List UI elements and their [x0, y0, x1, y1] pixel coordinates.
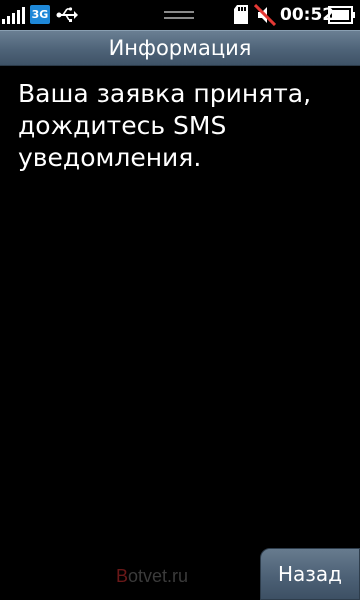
handle-icon[interactable]: [164, 9, 194, 21]
battery-icon: [328, 6, 355, 24]
watermark: Botvet.ru: [116, 566, 188, 587]
watermark-text: otvet.ru: [128, 566, 189, 586]
signal-icon: [2, 7, 25, 24]
clock: 00:52: [280, 5, 335, 25]
info-message: Ваша заявка принята, дождитесь SMS уведо…: [18, 79, 312, 172]
network-type-badge: 3G: [30, 5, 50, 24]
usb-icon: [56, 7, 78, 22]
page-title: Информация: [0, 30, 360, 66]
mute-icon: [254, 4, 276, 26]
status-bar: 3G 00:52: [0, 0, 360, 30]
watermark-prefix: B: [116, 566, 129, 586]
sd-card-icon: [234, 5, 248, 24]
back-button[interactable]: Назад: [260, 548, 360, 600]
